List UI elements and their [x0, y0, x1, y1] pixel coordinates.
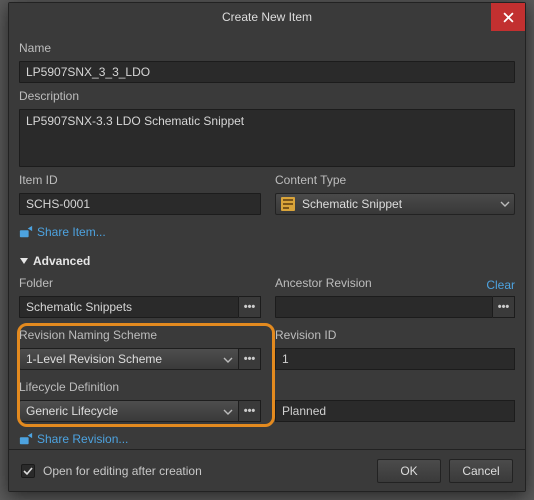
item-id-input[interactable]: SCHS-0001: [19, 193, 261, 215]
rev-id-value: 1: [275, 348, 515, 370]
chevron-down-icon: [500, 199, 510, 209]
share-revision-link[interactable]: Share Revision...: [19, 432, 128, 446]
folder-label: Folder: [19, 276, 261, 290]
ancestor-label: Ancestor Revision: [275, 276, 372, 290]
content-type-select[interactable]: Schematic Snippet: [275, 193, 515, 215]
close-icon: [503, 12, 514, 23]
share-icon: [19, 432, 33, 446]
name-label: Name: [19, 41, 515, 55]
check-icon: [23, 466, 33, 476]
dialog-footer: Open for editing after creation OK Cance…: [9, 449, 525, 491]
description-label: Description: [19, 89, 515, 103]
chevron-down-icon: [223, 355, 233, 365]
content-type-label: Content Type: [275, 173, 515, 187]
folder-picker[interactable]: Schematic Snippets •••: [19, 296, 261, 318]
open-after-label: Open for editing after creation: [43, 464, 202, 478]
rev-scheme-select[interactable]: 1-Level Revision Scheme: [19, 348, 239, 370]
schematic-snippet-icon: [280, 196, 296, 212]
name-input[interactable]: LP5907SNX_3_3_LDO: [19, 61, 515, 83]
ancestor-picker[interactable]: •••: [275, 296, 515, 318]
lifecycle-state-value: Planned: [275, 400, 515, 422]
rev-id-label: Revision ID: [275, 328, 515, 342]
ok-button[interactable]: OK: [377, 459, 441, 483]
dialog-body: Name LP5907SNX_3_3_LDO Description LP590…: [9, 31, 525, 449]
ancestor-browse-button[interactable]: •••: [493, 296, 515, 318]
cancel-button[interactable]: Cancel: [449, 459, 513, 483]
rev-scheme-label: Revision Naming Scheme: [19, 328, 261, 342]
lifecycle-select[interactable]: Generic Lifecycle: [19, 400, 239, 422]
chevron-down-icon: [223, 407, 233, 417]
dialog-title: Create New Item: [222, 10, 312, 24]
folder-browse-button[interactable]: •••: [239, 296, 261, 318]
item-id-label: Item ID: [19, 173, 261, 187]
description-input[interactable]: LP5907SNX-3.3 LDO Schematic Snippet: [19, 109, 515, 167]
lifecycle-label: Lifecycle Definition: [19, 380, 261, 394]
open-after-checkbox[interactable]: [21, 464, 35, 478]
close-button[interactable]: [491, 3, 525, 31]
create-new-item-dialog: Create New Item Name LP5907SNX_3_3_LDO D…: [8, 2, 526, 492]
rev-scheme-browse-button[interactable]: •••: [239, 348, 261, 370]
titlebar: Create New Item: [9, 3, 525, 31]
lifecycle-browse-button[interactable]: •••: [239, 400, 261, 422]
advanced-toggle[interactable]: Advanced: [19, 254, 515, 268]
collapse-triangle-icon: [19, 256, 29, 266]
share-icon: [19, 225, 33, 239]
share-item-link[interactable]: Share Item...: [19, 225, 106, 239]
clear-ancestor-link[interactable]: Clear: [486, 278, 515, 292]
